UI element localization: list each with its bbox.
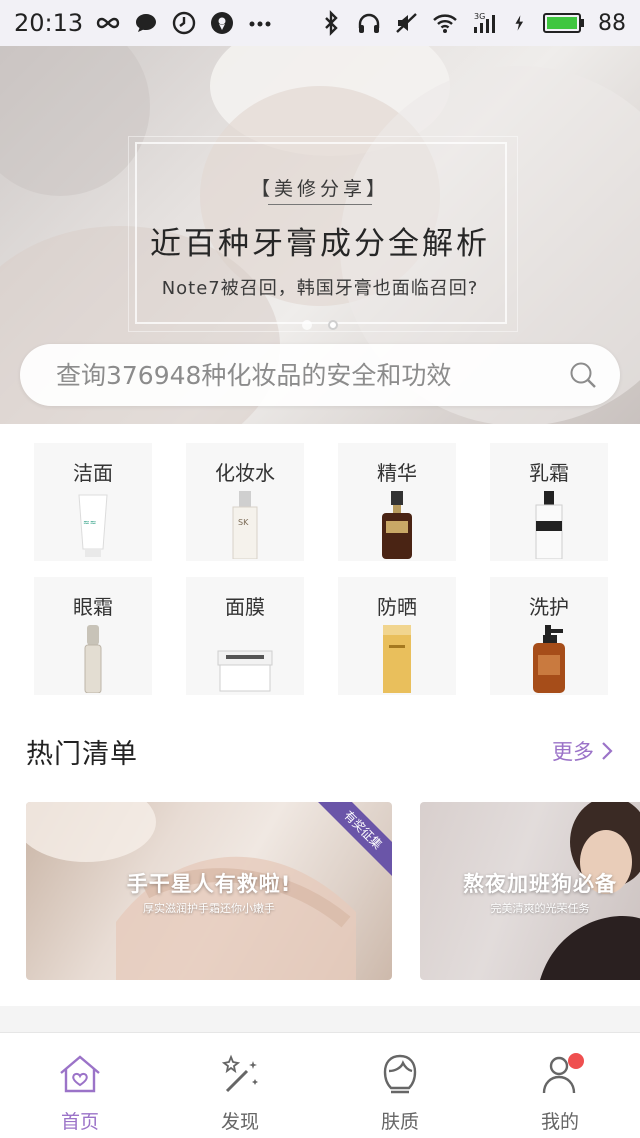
tab-label: 我的 xyxy=(540,1111,579,1133)
more-dots-icon xyxy=(249,21,271,27)
card-subtitle: 完美清爽的光荣任务 xyxy=(490,902,590,915)
signal-icon: 3G xyxy=(474,12,495,33)
tab-home[interactable]: 首页 xyxy=(0,1033,160,1138)
battery-level: 88 xyxy=(598,10,626,36)
category-haircare[interactable]: 洗护 xyxy=(490,577,608,695)
section-divider xyxy=(0,1006,640,1032)
category-label: 面膜 xyxy=(225,595,265,619)
tab-label: 发现 xyxy=(220,1111,259,1133)
category-toner[interactable]: 化妆水 SK xyxy=(186,443,304,561)
hero-banner[interactable]: 【美修分享】 近百种牙膏成分全解析 Note7被召回，韩国牙膏也面临召回? xyxy=(0,46,640,424)
category-sunscreen[interactable]: 防晒 xyxy=(338,577,456,695)
bottom-tab-bar: 首页 发现 肤质 我的 xyxy=(0,1032,640,1138)
cleanser-tube-icon: ≈≈ xyxy=(63,491,123,559)
status-time: 20:13 xyxy=(14,9,84,37)
bluetooth-icon xyxy=(325,10,338,36)
more-label: 更多 xyxy=(552,740,594,764)
banner-title: 近百种牙膏成分全解析 xyxy=(150,226,490,262)
tab-discover[interactable]: 发现 xyxy=(160,1033,320,1138)
tab-label: 肤质 xyxy=(380,1111,419,1133)
card-title: 手干星人有救啦! xyxy=(126,872,292,896)
category-label: 精华 xyxy=(377,461,417,485)
magic-wand-icon xyxy=(221,1054,258,1093)
category-cream[interactable]: 乳霜 xyxy=(490,443,608,561)
search-bar[interactable] xyxy=(20,344,620,406)
category-label: 眼霜 xyxy=(73,595,113,619)
charging-icon xyxy=(515,15,524,31)
banner-subtitle: Note7被召回，韩国牙膏也面临召回? xyxy=(161,278,479,299)
network-type-label: 3G xyxy=(474,12,485,21)
location-icon xyxy=(211,12,234,34)
category-eye-cream[interactable]: 眼霜 xyxy=(34,577,152,695)
wifi-icon xyxy=(433,14,457,33)
carousel-dot[interactable] xyxy=(302,320,312,330)
tab-label: 首页 xyxy=(60,1111,99,1133)
shampoo-bottle-icon xyxy=(519,625,579,693)
carousel-indicators xyxy=(0,320,640,330)
card-subtitle: 厚实滋润护手霜还你小嫩手 xyxy=(143,902,275,915)
category-cleanser[interactable]: 洁面 ≈≈ xyxy=(34,443,152,561)
category-mask[interactable]: 面膜 xyxy=(186,577,304,695)
search-icon[interactable] xyxy=(568,360,598,390)
banner-divider xyxy=(268,204,372,205)
clock-icon xyxy=(172,11,196,35)
serum-bottle-icon xyxy=(367,491,427,559)
category-label: 洁面 xyxy=(73,461,113,485)
tab-profile[interactable]: 我的 xyxy=(480,1033,640,1138)
tab-skin-type[interactable]: 肤质 xyxy=(320,1033,480,1138)
infinity-icon xyxy=(96,17,120,29)
carousel-dot-active[interactable] xyxy=(328,320,338,330)
toner-bottle-icon: SK xyxy=(215,491,275,559)
svg-text:≈≈: ≈≈ xyxy=(83,518,96,527)
banner-tag: 【美修分享】 xyxy=(250,178,389,200)
eye-cream-icon xyxy=(63,625,123,693)
category-label: 防晒 xyxy=(377,595,417,619)
category-grid: 洁面 ≈≈ 化妆水 SK 精华 乳霜 眼霜 面膜 防晒 洗护 xyxy=(34,443,608,695)
chevron-right-icon xyxy=(602,742,613,760)
hot-list-title: 热门清单 xyxy=(26,739,138,770)
hot-list-card[interactable]: 有奖征集 手干星人有救啦! 厚实滋润护手霜还你小嫩手 xyxy=(26,802,392,980)
mute-icon xyxy=(396,13,417,33)
status-bar: 20:13 3G 88 xyxy=(0,0,640,46)
home-icon xyxy=(60,1055,100,1093)
mask-jar-icon xyxy=(215,625,275,693)
svg-text:SK: SK xyxy=(238,518,249,527)
hot-list-card[interactable]: 熬夜加班狗必备 完美清爽的光荣任务 xyxy=(420,802,640,980)
card-title: 熬夜加班狗必备 xyxy=(463,872,617,896)
category-label: 化妆水 xyxy=(215,461,275,485)
category-serum[interactable]: 精华 xyxy=(338,443,456,561)
more-link[interactable]: 更多 xyxy=(552,736,614,766)
battery-icon xyxy=(543,13,584,33)
category-label: 洗护 xyxy=(529,595,569,619)
cream-bottle-icon xyxy=(519,491,579,559)
face-icon xyxy=(383,1054,417,1094)
notification-badge xyxy=(568,1053,584,1069)
chat-icon xyxy=(136,14,157,32)
headphones-icon xyxy=(358,13,380,33)
sunscreen-icon xyxy=(367,625,427,693)
category-label: 乳霜 xyxy=(529,461,569,485)
search-input[interactable] xyxy=(56,360,568,390)
